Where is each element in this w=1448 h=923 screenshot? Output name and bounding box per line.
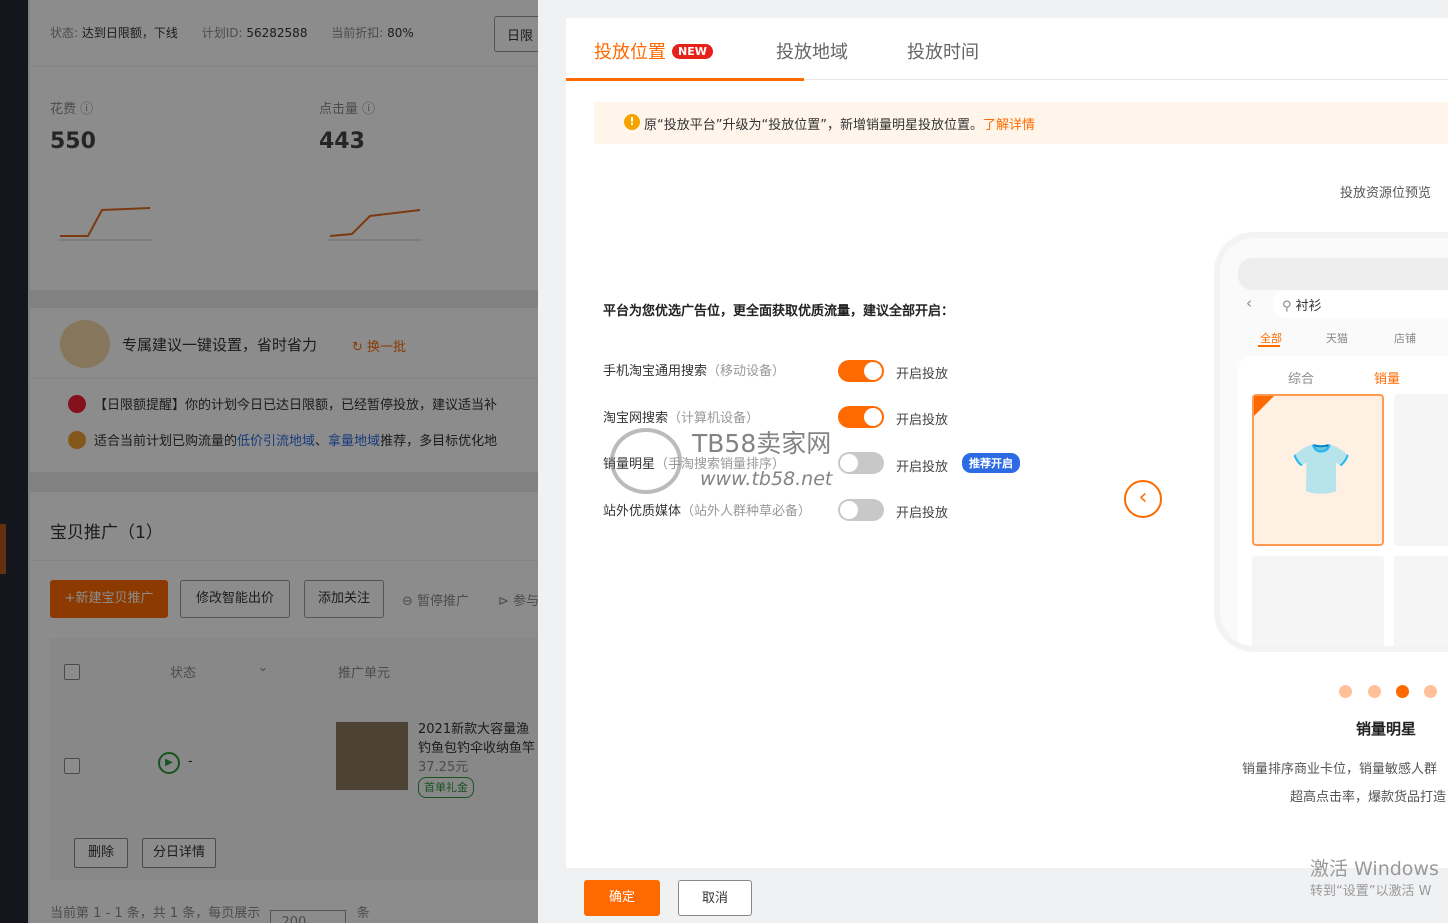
windows-activation-title: 激活 Windows (1310, 858, 1439, 880)
carousel-dot[interactable] (1424, 685, 1437, 698)
phone-content: 综合 销量 👕 (1238, 356, 1448, 646)
product-card (1394, 394, 1448, 546)
toggle-external-media[interactable] (838, 499, 884, 521)
toggle-state-label: 开启投放 (896, 506, 949, 521)
carousel-dot-active[interactable] (1396, 685, 1409, 698)
toggle-knob (840, 454, 858, 472)
carousel-dot[interactable] (1368, 685, 1381, 698)
product-card (1394, 556, 1448, 646)
modal-overlay[interactable] (0, 0, 538, 923)
row-name: 手机淘宝通用搜索 (603, 364, 708, 379)
search-icon: ⚲ (1282, 299, 1296, 314)
carousel-dot[interactable] (1339, 685, 1352, 698)
phone-filter-shop: 店铺 (1394, 332, 1416, 345)
phone-notch-bar (1238, 258, 1448, 290)
notice-text: 原“投放平台”升级为“投放位置”，新增销量明星投放位置。 (644, 118, 983, 133)
placement-heading: 平台为您优选广告位，更全面获取优质流量，建议全部开启： (603, 304, 955, 319)
toggle-state-label: 开启投放 (896, 460, 949, 475)
placement-row-mobile-search: 手机淘宝通用搜索（移动设备） (603, 360, 785, 379)
carousel-prev-button[interactable]: ‹ (1124, 480, 1162, 518)
highlighted-product-card: 👕 (1252, 394, 1384, 546)
carousel-title: 销量明星 (1356, 720, 1417, 738)
corner-badge (1254, 396, 1274, 416)
recommend-badge: 推荐开启 (962, 453, 1020, 473)
new-badge: NEW (672, 44, 713, 59)
watermark-site-name: TB58卖家网 (692, 429, 832, 458)
watermark-site-url: www.tb58.net (700, 468, 833, 490)
tab-placement-label: 投放位置 (594, 42, 666, 63)
phone-preview: ‹ ⚲ 衬衫 全部 天猫 店铺 综合 销量 👕 (1214, 232, 1448, 652)
phone-filter-underline (1258, 345, 1280, 347)
drawer-panel: 投放位置 NEW 投放地域 投放时间 ! 原“投放平台”升级为“投放位置”，新增销… (566, 18, 1448, 868)
row-name: 淘宝网搜索 (603, 411, 669, 426)
toggle-knob (864, 408, 882, 426)
row-name: 站外优质媒体 (603, 504, 682, 519)
phone-sort-general: 综合 (1288, 372, 1315, 387)
upgrade-notice: ! 原“投放平台”升级为“投放位置”，新增销量明星投放位置。了解详情 (594, 102, 1448, 144)
settings-drawer: 投放位置 NEW 投放地域 投放时间 ! 原“投放平台”升级为“投放位置”，新增销… (538, 0, 1448, 923)
toggle-state-label: 开启投放 (896, 413, 949, 428)
tab-time[interactable]: 投放时间 (907, 38, 979, 64)
row-sub: （移动设备） (707, 364, 786, 379)
toggle-pc-search[interactable] (838, 406, 884, 428)
confirm-button[interactable]: 确定 (584, 880, 660, 916)
watermark-logo-icon (610, 428, 682, 494)
tab-placement[interactable]: 投放位置 NEW (594, 38, 713, 64)
preview-title: 投放资源位预览 (1340, 186, 1432, 201)
active-tab-indicator (566, 78, 804, 81)
back-icon: ‹ (1246, 294, 1252, 312)
info-icon: ! (624, 114, 640, 130)
phone-filter-all: 全部 (1260, 332, 1282, 345)
carousel-desc-line2: 超高点击率，爆款货品打造 (1290, 790, 1447, 805)
toggle-knob (864, 362, 882, 380)
chevron-left-icon: ‹ (1138, 485, 1148, 510)
toggle-state-label: 开启投放 (896, 367, 949, 382)
row-sub: （站外人群种草必备） (681, 504, 812, 519)
phone-sort-sales: 销量 (1374, 372, 1401, 387)
carousel-desc-line1: 销量排序商业卡位，销量敏感人群 (1242, 762, 1438, 777)
tab-region[interactable]: 投放地域 (776, 38, 848, 64)
learn-more-link[interactable]: 了解详情 (983, 118, 1035, 133)
product-card (1252, 556, 1384, 646)
phone-search-bar: ⚲ 衬衫 (1272, 290, 1448, 318)
cancel-button[interactable]: 取消 (678, 880, 752, 916)
windows-activation-subtitle: 转到“设置”以激活 W (1310, 884, 1432, 899)
toggle-mobile-search[interactable] (838, 360, 884, 382)
toggle-sales-star[interactable] (838, 452, 884, 474)
placement-row-external-media: 站外优质媒体（站外人群种草必备） (603, 500, 811, 519)
phone-filter-tmall: 天猫 (1326, 332, 1348, 345)
shirt-icon: 👕 (1290, 440, 1353, 498)
toggle-knob (840, 501, 858, 519)
phone-search-text: 衬衫 (1295, 299, 1322, 314)
